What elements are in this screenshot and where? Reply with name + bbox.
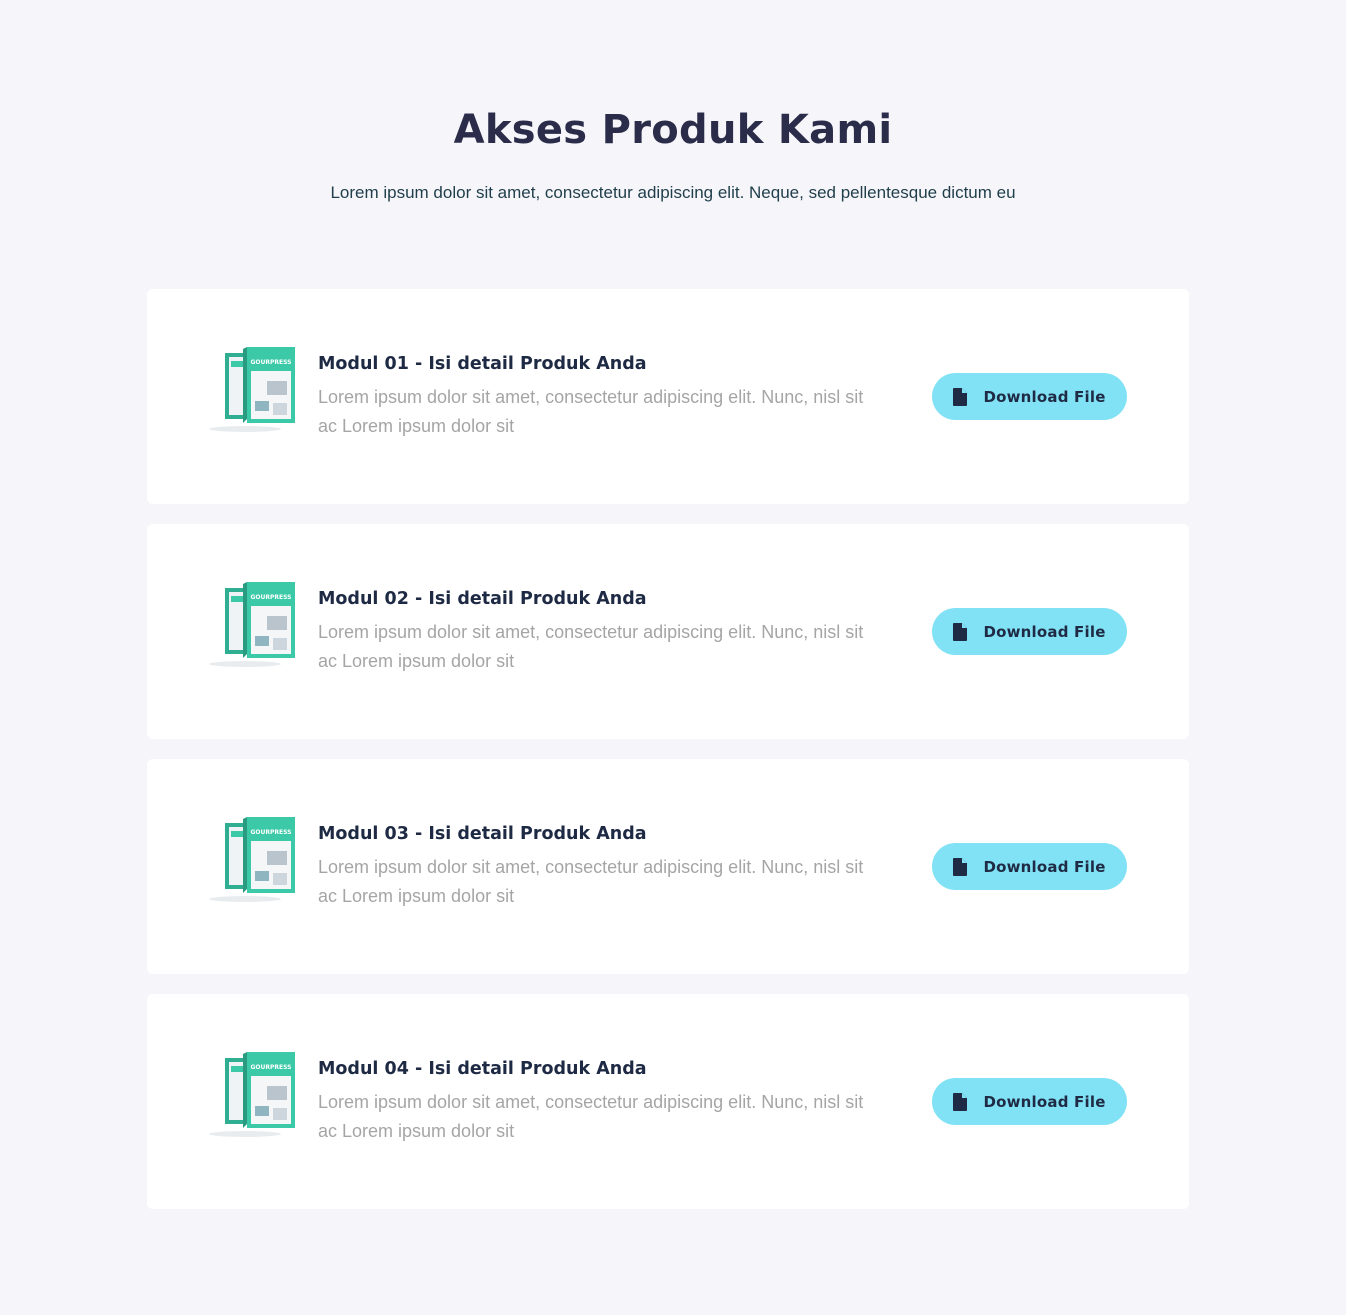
download-file-button[interactable]: Download File [932,373,1127,420]
download-file-button[interactable]: Download File [932,608,1127,655]
download-file-button[interactable]: Download File [932,1078,1127,1125]
module-description: Lorem ipsum dolor sit amet, consectetur … [318,857,864,906]
svg-text:GOURPRESS: GOURPRESS [250,359,291,366]
module-card: GOURPRESS Modul 02 - Isi detail Produk A… [147,524,1189,739]
product-box-image: GOURPRESS [209,1052,295,1137]
download-label: Download File [983,857,1106,876]
svg-text:GOURPRESS: GOURPRESS [250,1064,291,1071]
file-icon [953,387,968,406]
product-box-image: GOURPRESS [209,347,295,432]
module-title: Modul 02 - Isi detail Produk Anda [318,589,647,609]
module-text: Modul 03 - Isi detail Produk Anda Lorem … [318,821,878,911]
svg-text:GOURPRESS: GOURPRESS [250,829,291,836]
module-card: GOURPRESS Modul 04 - Isi detail Produk A… [147,994,1189,1209]
download-label: Download File [983,387,1106,406]
download-label: Download File [983,622,1106,641]
product-box-image: GOURPRESS [209,817,295,902]
download-label: Download File [983,1092,1106,1111]
module-text: Modul 02 - Isi detail Produk Anda Lorem … [318,586,878,676]
product-box-image: GOURPRESS [209,582,295,667]
page-subtitle: Lorem ipsum dolor sit amet, consectetur … [330,183,1016,202]
file-icon [953,622,968,641]
module-description: Lorem ipsum dolor sit amet, consectetur … [318,387,864,436]
module-title: Modul 04 - Isi detail Produk Anda [318,1059,647,1079]
svg-text:GOURPRESS: GOURPRESS [250,594,291,601]
module-description: Lorem ipsum dolor sit amet, consectetur … [318,1092,864,1141]
page-title: Akses Produk Kami [453,107,893,153]
module-text: Modul 01 - Isi detail Produk Anda Lorem … [318,351,878,441]
download-file-button[interactable]: Download File [932,843,1127,890]
file-icon [953,1092,968,1111]
module-card: GOURPRESS Modul 03 - Isi detail Produk A… [147,759,1189,974]
module-description: Lorem ipsum dolor sit amet, consectetur … [318,622,864,671]
module-title: Modul 03 - Isi detail Produk Anda [318,824,647,844]
module-list: GOURPRESS Modul 01 - Isi detail Produk A… [147,289,1189,1209]
file-icon [953,857,968,876]
module-text: Modul 04 - Isi detail Produk Anda Lorem … [318,1056,878,1146]
module-card: GOURPRESS Modul 01 - Isi detail Produk A… [147,289,1189,504]
module-title: Modul 01 - Isi detail Produk Anda [318,354,647,374]
